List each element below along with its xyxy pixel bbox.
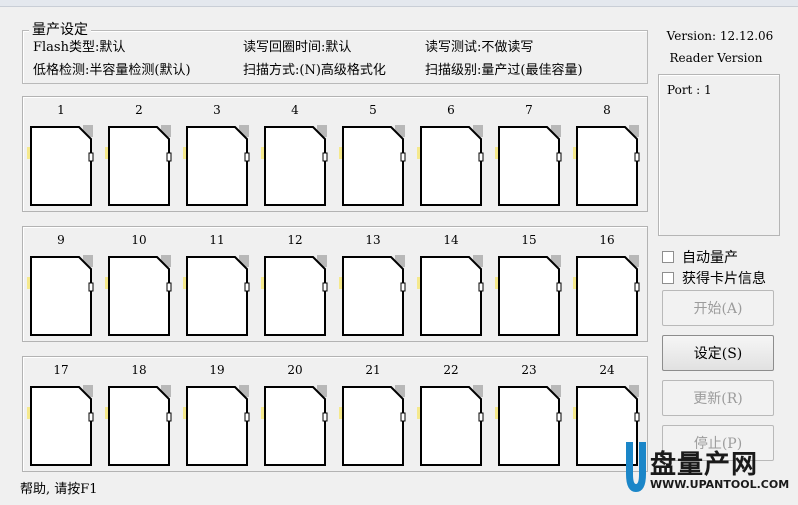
auto-production-label: 自动量产 — [682, 250, 738, 266]
slot-number: 19 — [209, 363, 225, 377]
sd-card-icon — [261, 125, 328, 206]
setting-label: 扫描级别: — [425, 63, 482, 78]
watermark: 盘量产网 WWW.UPANTOOL.COM — [622, 440, 796, 502]
slot-number: 12 — [287, 233, 303, 247]
watermark-brand: 盘量产网 — [650, 450, 759, 480]
version-label: Version: 12.12.06 — [666, 29, 774, 43]
sd-card-icon — [105, 125, 172, 206]
slot-number: 22 — [443, 363, 459, 377]
slot-number: 18 — [131, 363, 147, 377]
sd-card-icon — [105, 255, 172, 336]
slot-number: 3 — [213, 103, 221, 117]
sd-card-icon — [417, 125, 484, 206]
slot-number: 9 — [57, 233, 65, 247]
reader-version-label: Reader Version — [669, 51, 763, 65]
slot-number: 15 — [521, 233, 537, 247]
sd-card-icon — [495, 125, 562, 206]
slot-number: 8 — [603, 103, 611, 117]
setting-flash-type: Flash类型:默认 — [33, 39, 125, 57]
setting-value: 默认 — [325, 40, 352, 55]
slot-number: 20 — [287, 363, 303, 377]
sd-card-icon — [573, 125, 640, 206]
sd-card-icon — [495, 385, 562, 466]
slot-number: 4 — [291, 103, 299, 117]
port-label: Port : 1 — [667, 83, 712, 97]
slot-number: 16 — [599, 233, 615, 247]
sd-card-icon — [27, 125, 94, 206]
slot-number: 14 — [443, 233, 459, 247]
sd-card-icon — [183, 385, 250, 466]
sd-card-icon — [105, 385, 172, 466]
slot-number: 7 — [525, 103, 533, 117]
start-button[interactable]: 开始(A) — [662, 290, 774, 326]
checkbox-icon[interactable] — [662, 272, 674, 284]
sd-card-icon — [417, 385, 484, 466]
setting-value: 量产过(最佳容量) — [481, 63, 583, 78]
setting-value: 半容量检测(默认) — [89, 63, 191, 78]
sd-card-icon — [261, 385, 328, 466]
setting-value: 不做读写 — [481, 40, 534, 55]
sd-card-icon — [339, 255, 406, 336]
upan-logo-icon — [626, 442, 646, 492]
sd-card-icon — [339, 385, 406, 466]
get-card-info-label: 获得卡片信息 — [682, 271, 766, 287]
status-bar-help-text: 帮助, 请按F1 — [20, 482, 98, 497]
sd-card-icon — [339, 125, 406, 206]
setting-label: 读写测试: — [425, 40, 482, 55]
slot-number: 1 — [57, 103, 65, 117]
setting-label: 读写回圈时间: — [243, 40, 326, 55]
sd-card-icon — [27, 255, 94, 336]
slot-number: 2 — [135, 103, 143, 117]
setting-value: (N)高级格式化 — [299, 63, 386, 78]
sd-card-icon — [573, 255, 640, 336]
slot-number: 11 — [209, 233, 225, 247]
slot-row-2: 9 10 11 12 13 14 15 16 — [22, 226, 648, 342]
slot-number: 21 — [365, 363, 381, 377]
sd-card-icon — [495, 255, 562, 336]
setting-value: 默认 — [99, 40, 126, 55]
sd-card-icon — [183, 125, 250, 206]
slot-number: 13 — [365, 233, 381, 247]
sd-card-icon — [417, 255, 484, 336]
setting-scan-level: 扫描级别:量产过(最佳容量) — [425, 62, 583, 80]
setting-label: Flash类型: — [33, 40, 100, 55]
settings-button[interactable]: 设定(S) — [662, 335, 774, 371]
checkbox-icon[interactable] — [662, 251, 674, 263]
slot-number: 23 — [521, 363, 537, 377]
sd-card-icon — [27, 385, 94, 466]
sd-card-icon — [183, 255, 250, 336]
auto-production-checkbox[interactable]: 自动量产 — [662, 248, 738, 266]
setting-rw-loop-time: 读写回圈时间:默认 — [243, 39, 351, 57]
slot-number: 5 — [369, 103, 377, 117]
slot-number: 17 — [53, 363, 69, 377]
refresh-button[interactable]: 更新(R) — [662, 380, 774, 416]
setting-label: 扫描方式: — [243, 63, 300, 78]
settings-group: 量产设定 Flash类型:默认 读写回圈时间:默认 读写测试:不做读写 低格检测… — [22, 21, 648, 84]
setting-scan-method: 扫描方式:(N)高级格式化 — [243, 62, 386, 80]
sd-card-icon — [261, 255, 328, 336]
setting-label: 低格检测: — [33, 63, 90, 78]
slot-number: 10 — [131, 233, 147, 247]
setting-low-format-check: 低格检测:半容量检测(默认) — [33, 62, 191, 80]
slot-row-3: 17 18 19 20 21 22 23 24 — [22, 356, 648, 472]
port-info-panel: Port : 1 — [658, 74, 780, 236]
watermark-url: WWW.UPANTOOL.COM — [650, 478, 790, 491]
setting-rw-test: 读写测试:不做读写 — [425, 39, 533, 57]
slot-number: 6 — [447, 103, 455, 117]
settings-group-title: 量产设定 — [29, 21, 91, 39]
slot-number: 24 — [599, 363, 615, 377]
title-bar-strip — [0, 0, 798, 7]
get-card-info-checkbox[interactable]: 获得卡片信息 — [662, 269, 766, 287]
slot-row-1: 1 2 3 4 5 6 7 8 — [22, 96, 648, 212]
